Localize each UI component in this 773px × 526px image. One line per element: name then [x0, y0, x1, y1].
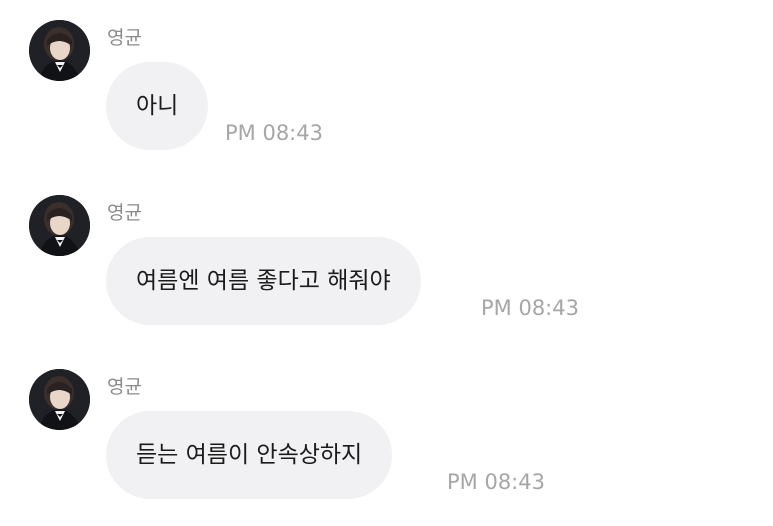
sender-avatar[interactable]: [29, 369, 90, 430]
sender-name: 영균: [107, 27, 142, 49]
message-timestamp: PM 08:43: [481, 296, 579, 320]
sender-name: 영균: [107, 202, 142, 224]
sender-name: 영균: [107, 376, 142, 398]
chat-message: 영균 듣는 여름이 안속상하지 PM 08:43: [0, 349, 773, 499]
message-timestamp: PM 08:43: [447, 470, 545, 494]
message-bubble[interactable]: 듣는 여름이 안속상하지: [106, 411, 393, 499]
message-bubble[interactable]: 아니: [106, 62, 209, 150]
chat-message: 영균 아니 PM 08:43: [0, 0, 773, 150]
message-bubble[interactable]: 여름엔 여름 좋다고 해줘야: [106, 237, 421, 325]
chat-message: 영균 여름엔 여름 좋다고 해줘야 PM 08:43: [0, 175, 773, 325]
message-timestamp: PM 08:43: [225, 121, 323, 145]
sender-avatar[interactable]: [29, 195, 90, 256]
sender-avatar[interactable]: [29, 20, 90, 81]
